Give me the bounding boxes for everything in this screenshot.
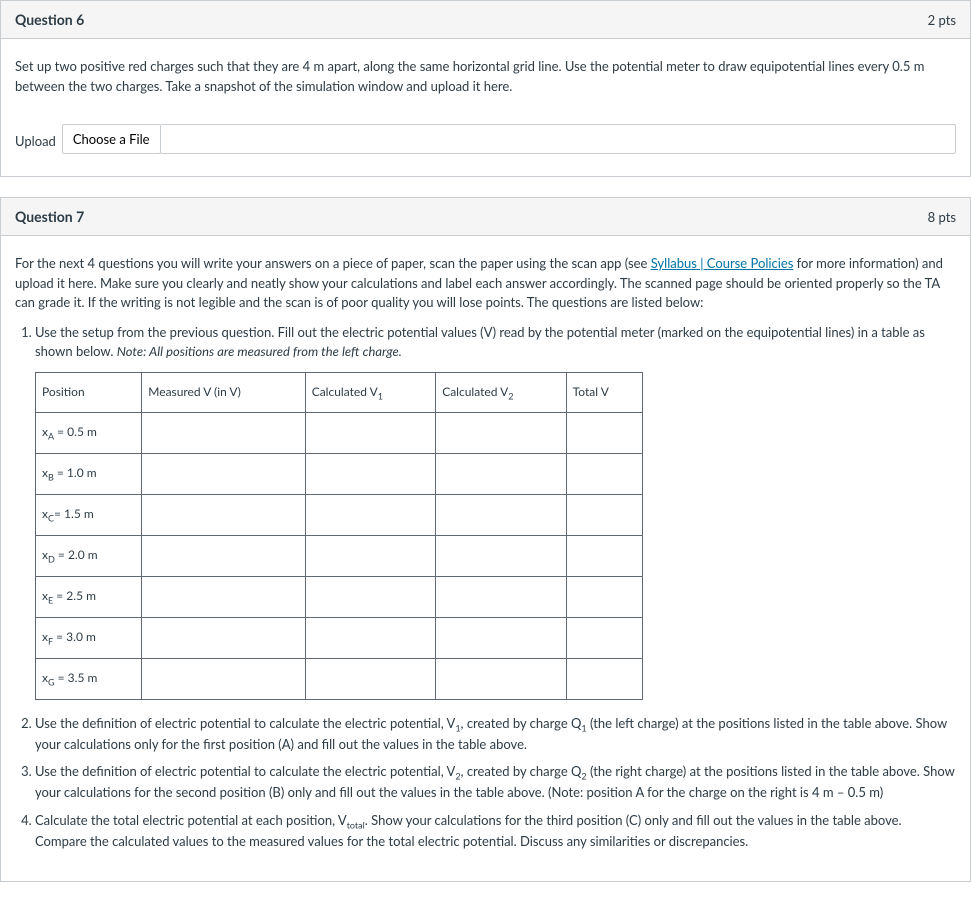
cell-empty — [566, 413, 642, 454]
cell-empty — [436, 658, 566, 699]
cell-empty — [142, 495, 305, 536]
cell-position: xC= 1.5 m — [36, 495, 142, 536]
table-row: xD = 2.0 m — [36, 536, 643, 577]
cell-empty — [142, 576, 305, 617]
cell-empty — [566, 536, 642, 577]
list-item-3: Use the definition of electric potential… — [35, 762, 956, 803]
table-row: xG = 3.5 m — [36, 658, 643, 699]
question-6-block: Question 6 2 pts Set up two positive red… — [0, 0, 971, 177]
syllabus-link[interactable]: Syllabus | Course Policies — [651, 255, 794, 271]
cell-empty — [142, 413, 305, 454]
cell-empty — [436, 495, 566, 536]
table-row: xE = 2.5 m — [36, 576, 643, 617]
question-6-header: Question 6 2 pts — [1, 1, 970, 39]
potential-table: Position Measured V (in V) Calculated V1… — [35, 372, 643, 700]
col-calc-v2: Calculated V2 — [436, 372, 566, 413]
list-item-4: Calculate the total electric potential a… — [35, 811, 956, 852]
question-7-intro: For the next 4 questions you will write … — [15, 254, 956, 313]
question-7-list: Use the setup from the previous question… — [15, 323, 956, 852]
file-name-field[interactable] — [161, 124, 956, 154]
table-row: xB = 1.0 m — [36, 454, 643, 495]
table-row: xF = 3.0 m — [36, 617, 643, 658]
list-item-1: Use the setup from the previous question… — [35, 323, 956, 700]
cell-empty — [142, 454, 305, 495]
question-7-title: Question 7 — [15, 208, 84, 225]
question-7-body: For the next 4 questions you will write … — [1, 236, 970, 881]
question-6-points: 2 pts — [928, 12, 956, 28]
table-row: xA = 0.5 m — [36, 413, 643, 454]
cell-position: xA = 0.5 m — [36, 413, 142, 454]
cell-empty — [305, 617, 435, 658]
table-header-row: Position Measured V (in V) Calculated V1… — [36, 372, 643, 413]
cell-empty — [142, 536, 305, 577]
cell-position: xF = 3.0 m — [36, 617, 142, 658]
cell-empty — [436, 536, 566, 577]
question-7-header: Question 7 8 pts — [1, 198, 970, 236]
cell-position: xG = 3.5 m — [36, 658, 142, 699]
question-7-points: 8 pts — [928, 209, 956, 225]
question-7-block: Question 7 8 pts For the next 4 question… — [0, 197, 971, 882]
cell-empty — [305, 658, 435, 699]
question-6-prompt: Set up two positive red charges such tha… — [15, 57, 956, 96]
cell-empty — [436, 413, 566, 454]
col-measured: Measured V (in V) — [142, 372, 305, 413]
col-calc-v1: Calculated V1 — [305, 372, 435, 413]
table-body: xA = 0.5 mxB = 1.0 mxC= 1.5 mxD = 2.0 mx… — [36, 413, 643, 699]
cell-position: xB = 1.0 m — [36, 454, 142, 495]
cell-empty — [566, 454, 642, 495]
cell-position: xE = 2.5 m — [36, 576, 142, 617]
question-6-title: Question 6 — [15, 11, 84, 28]
cell-empty — [566, 495, 642, 536]
cell-empty — [142, 658, 305, 699]
item1-note: Note: All positions are measured from th… — [117, 343, 402, 359]
cell-empty — [436, 576, 566, 617]
question-6-body: Set up two positive red charges such tha… — [1, 39, 970, 176]
upload-label: Upload — [15, 124, 62, 154]
cell-empty — [142, 617, 305, 658]
table-row: xC= 1.5 m — [36, 495, 643, 536]
cell-empty — [305, 495, 435, 536]
cell-empty — [436, 454, 566, 495]
cell-position: xD = 2.0 m — [36, 536, 142, 577]
cell-empty — [305, 536, 435, 577]
cell-empty — [566, 658, 642, 699]
col-position: Position — [36, 372, 142, 413]
col-total: Total V — [566, 372, 642, 413]
upload-row: Upload Choose a File — [15, 124, 956, 154]
intro-text-a: For the next 4 questions you will write … — [15, 255, 651, 271]
cell-empty — [305, 576, 435, 617]
cell-empty — [305, 413, 435, 454]
choose-file-button[interactable]: Choose a File — [62, 124, 161, 154]
list-item-2: Use the definition of electric potential… — [35, 714, 956, 755]
cell-empty — [436, 617, 566, 658]
cell-empty — [566, 617, 642, 658]
cell-empty — [305, 454, 435, 495]
cell-empty — [566, 576, 642, 617]
